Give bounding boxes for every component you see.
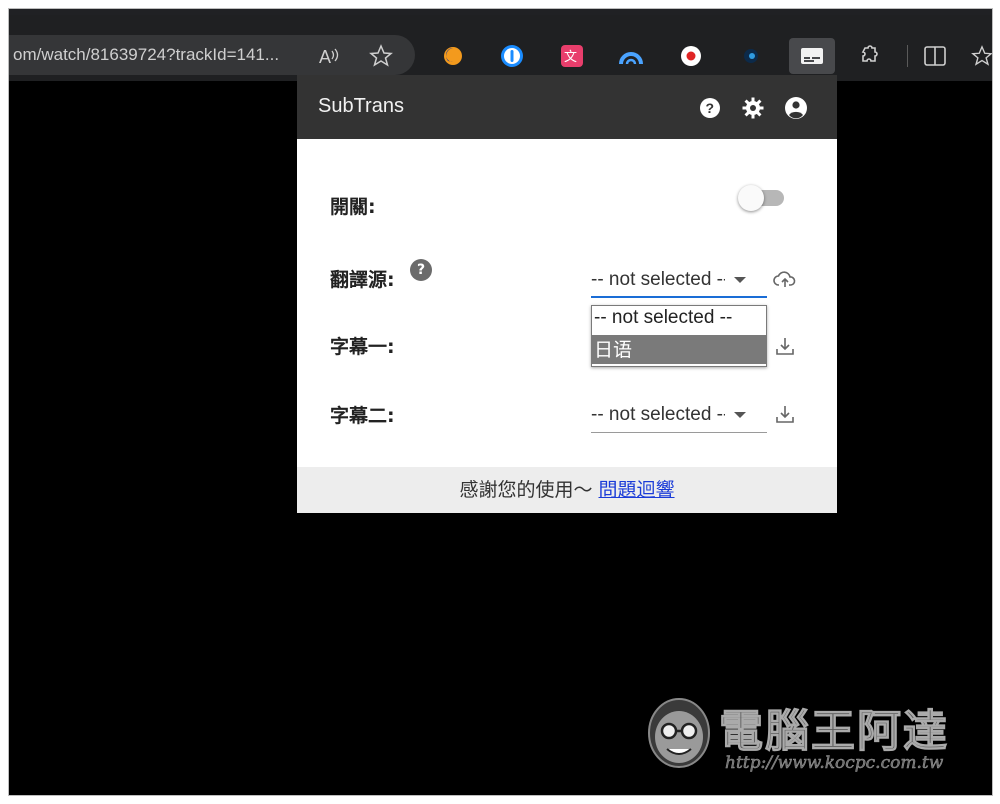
mascot-logo <box>648 698 710 768</box>
enable-toggle[interactable] <box>738 185 788 211</box>
dropdown-option[interactable]: -- not selected -- <box>592 307 766 336</box>
download-icon[interactable] <box>772 401 798 427</box>
watermark-title: 電腦王阿達 <box>719 706 949 758</box>
translation-source-value: -- not selected -- <box>591 269 725 290</box>
ext-dark-icon[interactable] <box>735 41 767 71</box>
toolbar-separator <box>907 45 908 67</box>
footer-text: 感謝您的使用～ <box>459 479 599 501</box>
dropdown-option-highlighted[interactable]: 日语 <box>592 335 766 364</box>
browser-frame: om/watch/81639724?trackId=141... A 文 Sub… <box>8 8 993 796</box>
ext-translate-icon[interactable]: 文 <box>556 41 588 71</box>
subtitle-two-value: -- not selected -- <box>591 404 725 425</box>
settings-icon[interactable] <box>740 95 766 121</box>
source-help-icon[interactable]: ? <box>410 259 432 281</box>
address-url[interactable]: om/watch/81639724?trackId=141... <box>13 45 279 65</box>
help-icon[interactable]: ? <box>697 95 723 121</box>
translation-source-select[interactable]: -- not selected -- <box>591 264 767 298</box>
popup-title: SubTrans <box>318 95 404 117</box>
svg-text:?: ? <box>706 100 715 116</box>
favorites-icon[interactable] <box>971 41 992 71</box>
popup-footer: 感謝您的使用～ 問題迴響 <box>297 467 837 513</box>
read-aloud-icon[interactable]: A <box>313 41 345 71</box>
subtitle-two-select[interactable]: -- not selected -- <box>591 399 767 433</box>
subtrans-popup: SubTrans ? 開關: 翻譯源: ? -- not selected -- <box>297 75 837 513</box>
cloud-upload-icon[interactable] <box>772 266 798 292</box>
watermark: 電腦王阿達 http://www.kocpc.com.tw <box>639 681 969 781</box>
ext-record-icon[interactable] <box>675 41 707 71</box>
ext-1password-icon[interactable] <box>496 41 528 71</box>
svg-text:A: A <box>319 47 331 67</box>
toggle-knob <box>738 185 764 211</box>
favorite-star-icon[interactable] <box>365 41 397 71</box>
translation-source-dropdown: -- not selected -- 日语 <box>591 305 767 367</box>
subtitle-two-label: 字幕二: <box>330 405 395 427</box>
tab-strip <box>9 9 992 15</box>
feedback-link[interactable]: 問題迴響 <box>599 479 675 501</box>
ext-arc-icon[interactable] <box>615 41 647 71</box>
download-icon[interactable] <box>772 333 798 359</box>
svg-text:文: 文 <box>564 50 577 65</box>
browser-toolbar: om/watch/81639724?trackId=141... A 文 <box>9 9 992 81</box>
chevron-down-icon <box>734 412 746 418</box>
switch-label: 開關: <box>330 196 376 218</box>
ext-subtrans-icon[interactable] <box>789 38 835 74</box>
translation-source-label: 翻譯源: <box>330 269 395 291</box>
popup-header: SubTrans ? <box>297 75 837 139</box>
chevron-down-icon <box>734 277 746 283</box>
subtitle-one-label: 字幕一: <box>330 336 395 358</box>
watermark-url: http://www.kocpc.com.tw <box>725 753 944 774</box>
account-icon[interactable] <box>783 95 809 121</box>
ext-orange-icon[interactable] <box>437 41 469 71</box>
extensions-puzzle-icon[interactable] <box>853 41 885 71</box>
split-screen-icon[interactable] <box>919 41 951 71</box>
